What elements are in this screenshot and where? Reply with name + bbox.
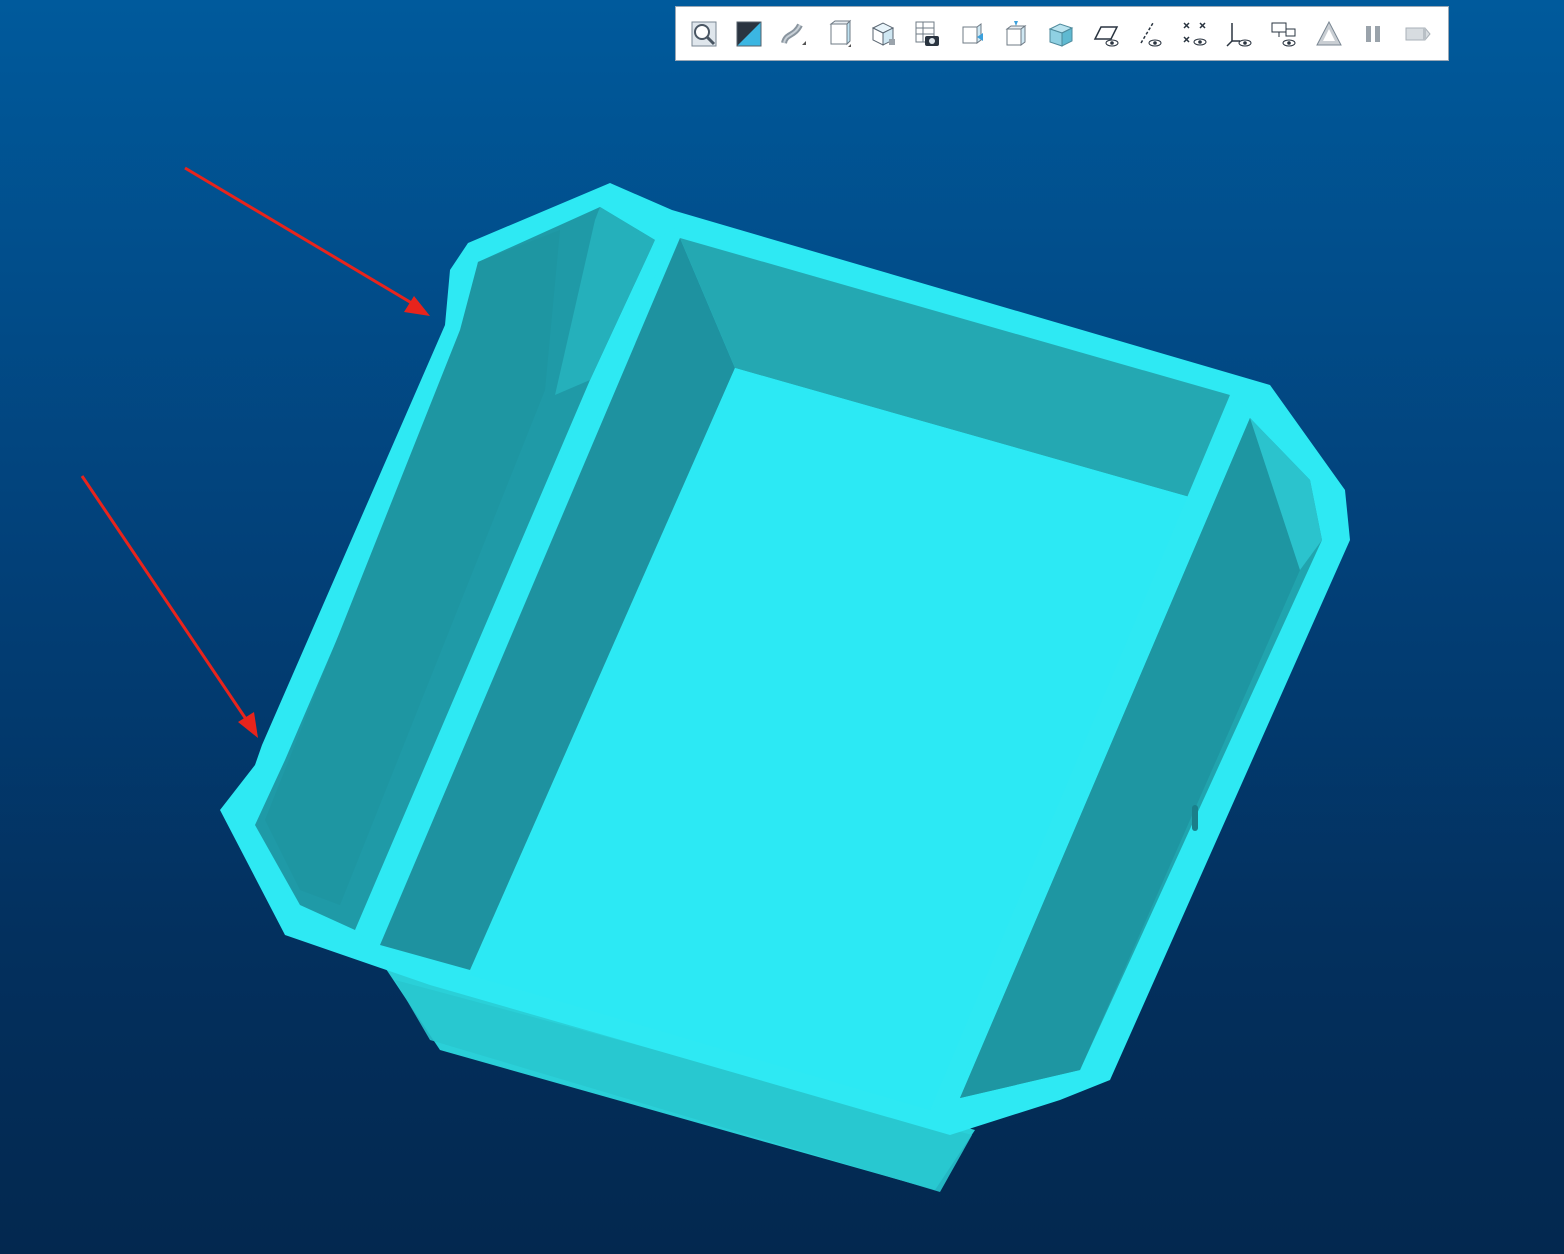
screenshot-table-icon[interactable] <box>905 12 950 56</box>
model-scene[interactable] <box>0 0 1564 1254</box>
zoom-fit-icon[interactable] <box>682 12 727 56</box>
pause-icon[interactable] <box>1351 12 1396 56</box>
upper-arrowhead <box>404 296 430 316</box>
view-top-icon[interactable] <box>994 12 1039 56</box>
axis-visibility-icon[interactable] <box>1128 12 1173 56</box>
view-left-icon[interactable] <box>950 12 995 56</box>
view-cube-lock-icon[interactable] <box>860 12 905 56</box>
shading-toggle-icon[interactable] <box>727 12 772 56</box>
iso-view-icon[interactable] <box>1039 12 1084 56</box>
annotation-visibility-icon[interactable] <box>1262 12 1307 56</box>
rim-notch <box>1192 805 1198 831</box>
appearance-icon[interactable] <box>1306 12 1351 56</box>
lower-arrow <box>80 475 254 729</box>
3d-viewport[interactable] <box>0 0 1564 1254</box>
exit-icon[interactable] <box>1396 12 1441 56</box>
view-cube-front-icon[interactable] <box>816 12 861 56</box>
csys-visibility-icon[interactable] <box>1217 12 1262 56</box>
view-toolbar <box>675 6 1449 61</box>
lower-arrowhead <box>238 712 258 738</box>
points-visibility-icon[interactable] <box>1173 12 1218 56</box>
upper-arrow <box>184 166 421 310</box>
plane-visibility-icon[interactable] <box>1083 12 1128 56</box>
surface-render-icon[interactable] <box>771 12 816 56</box>
